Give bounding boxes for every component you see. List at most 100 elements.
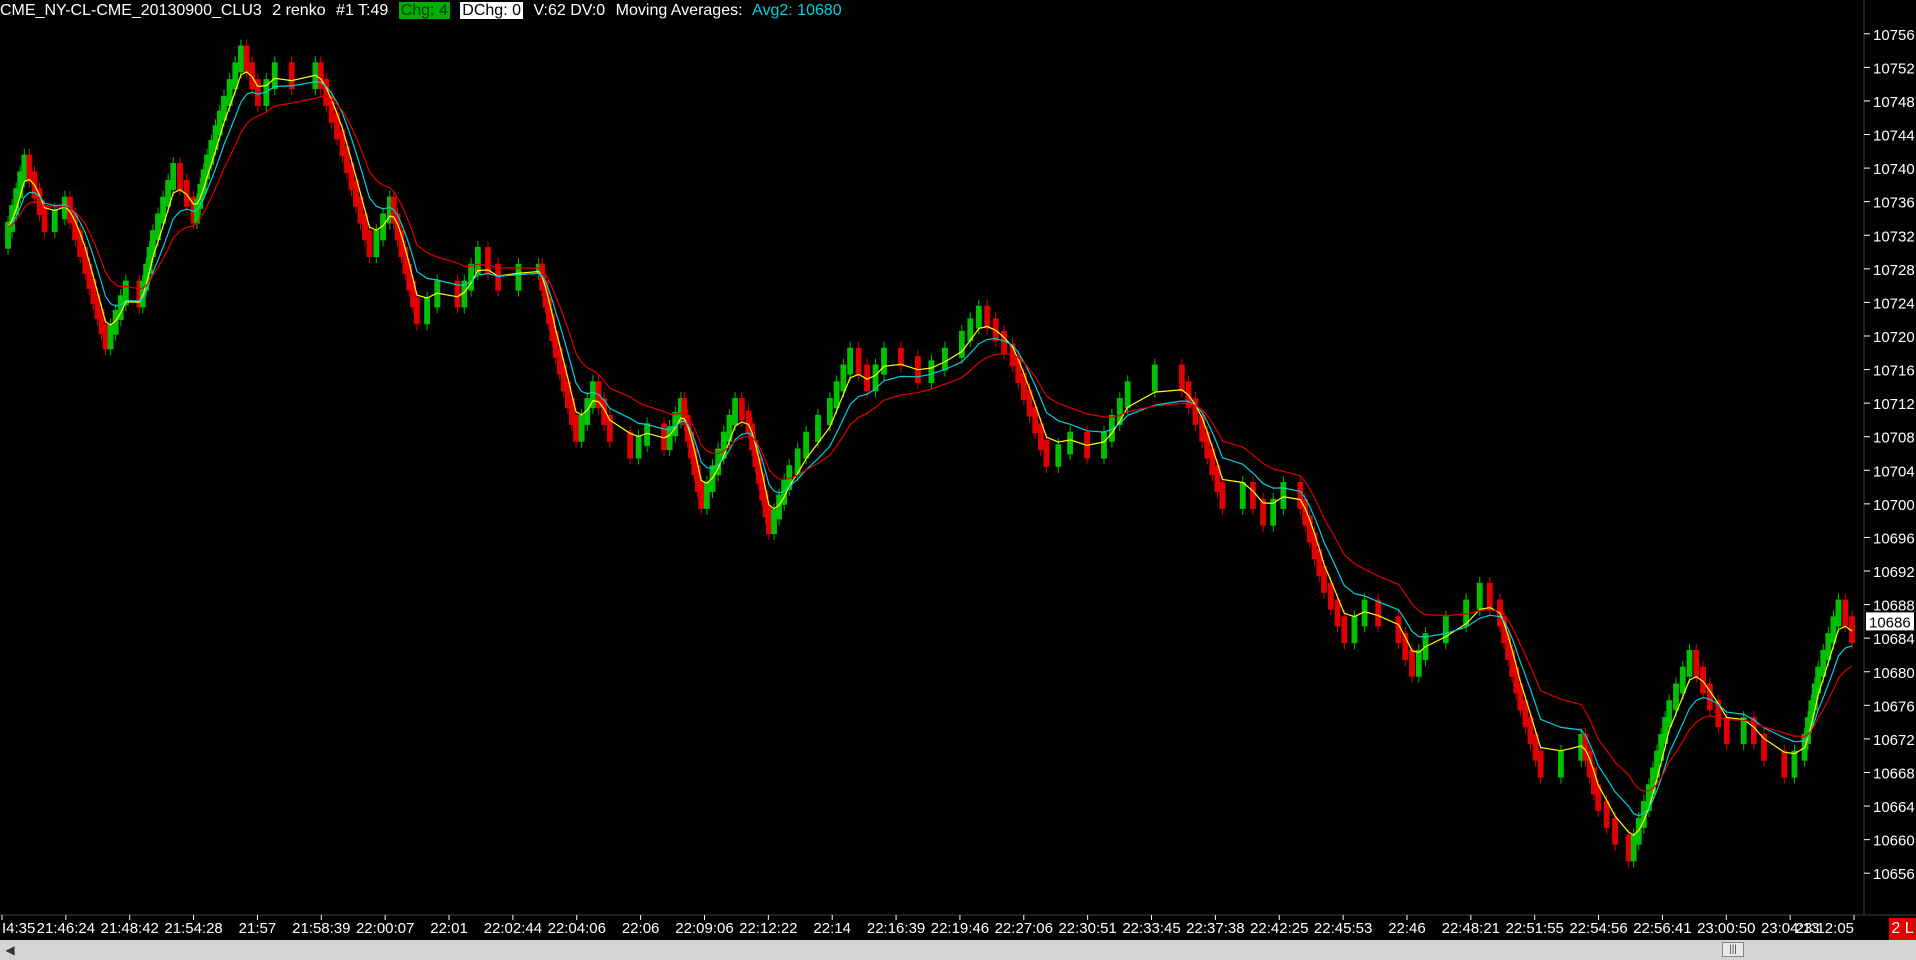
renko-brick xyxy=(21,154,28,182)
x-tick-label: 22:06 xyxy=(622,920,660,937)
renko-brick xyxy=(1055,444,1062,467)
renko-brick xyxy=(1151,364,1158,392)
renko-brick xyxy=(703,482,710,509)
renko-brick xyxy=(975,305,982,329)
renko-brick xyxy=(732,398,738,425)
renko-brick xyxy=(738,398,745,421)
renko-brick xyxy=(1686,649,1693,677)
y-tick-label: 10656 xyxy=(1873,866,1915,883)
scroll-left-icon[interactable]: ◀ xyxy=(2,942,18,958)
x-tick-label: 22:09:06 xyxy=(675,920,733,937)
y-tick-label: 10700 xyxy=(1873,497,1915,514)
renko-brick xyxy=(1375,599,1382,627)
x-tick-label: 22:30:51 xyxy=(1058,920,1116,937)
last-price-label: 10686 xyxy=(1869,614,1911,631)
renko-brick xyxy=(1067,431,1074,455)
renko-brick xyxy=(373,230,380,258)
renko-brick xyxy=(474,247,481,274)
renko-brick xyxy=(414,297,420,325)
renko-brick xyxy=(698,482,705,509)
x-tick-label: 22:12:22 xyxy=(739,920,797,937)
y-tick-label: 10736 xyxy=(1873,195,1915,212)
x-tick-label: 22:37:38 xyxy=(1186,920,1244,937)
x-tick-label: 22:51:55 xyxy=(1505,920,1563,937)
x-tick-label: 23:00:50 xyxy=(1697,920,1755,937)
renko-brick xyxy=(573,414,579,442)
renko-brick xyxy=(1020,372,1027,400)
y-tick-label: 10696 xyxy=(1873,530,1915,547)
renko-brick xyxy=(1673,683,1679,711)
renko-brick xyxy=(1723,717,1730,744)
x-tick-label: 22:04:06 xyxy=(548,920,606,937)
renko-brick xyxy=(150,230,156,258)
renko-brick xyxy=(627,431,634,459)
horizontal-scrollbar[interactable]: ◀ ||| xyxy=(0,940,1916,960)
renko-brick xyxy=(1666,700,1673,728)
x-tick-label: 22:00:07 xyxy=(356,920,414,937)
x-tick-label: 21:46:24 xyxy=(37,920,95,937)
x-tick-label: 21:58:39 xyxy=(292,920,350,937)
renko-brick xyxy=(41,205,48,232)
renko-brick xyxy=(1630,834,1637,862)
renko-brick xyxy=(847,347,854,375)
renko-brick xyxy=(1842,599,1849,627)
x-tick-label: 22:42:25 xyxy=(1250,920,1308,937)
renko-brick xyxy=(26,154,33,182)
renko-brick xyxy=(766,507,772,535)
x-tick-label: 22:27:06 xyxy=(995,920,1053,937)
scrollbar-thumb[interactable]: ||| xyxy=(1722,942,1744,957)
renko-brick xyxy=(803,431,810,459)
renko-brick xyxy=(578,414,585,442)
renko-brick xyxy=(1679,666,1686,694)
x-tick-label: 22:54:56 xyxy=(1569,920,1627,937)
x-tick-label: 22:33:45 xyxy=(1122,920,1180,937)
x-tick-label: 22:45:53 xyxy=(1314,920,1372,937)
renko-brick xyxy=(177,163,183,190)
renko-brick xyxy=(243,45,250,73)
renko-brick xyxy=(424,297,430,325)
y-tick-label: 10680 xyxy=(1873,665,1915,682)
y-tick-label: 10720 xyxy=(1873,329,1915,346)
renko-brick xyxy=(855,347,862,375)
ma-mid-line xyxy=(7,81,1853,817)
renko-brick xyxy=(1486,582,1493,610)
y-tick-label: 10756 xyxy=(1873,27,1915,44)
x-tick-label: 22:19:46 xyxy=(931,920,989,937)
x-tick-label: 23:12:05 xyxy=(1796,920,1854,937)
x-tick-label: 22:48:21 xyxy=(1442,920,1500,937)
renko-brick xyxy=(1442,616,1449,644)
renko-brick xyxy=(928,360,935,383)
renko-brick xyxy=(815,414,821,442)
renko-brick xyxy=(833,381,840,409)
price-chart[interactable]: 10756 10752 10748 10744 10740 10736 10732 10728… xyxy=(0,0,1916,940)
x-tick-label: 22:46 xyxy=(1388,920,1426,937)
renko-brick xyxy=(635,435,642,459)
renko-brick xyxy=(1612,817,1618,845)
renko-brick xyxy=(334,112,340,140)
renko-brick xyxy=(794,448,801,476)
y-tick-label: 10732 xyxy=(1873,228,1915,245)
x-tick-label: 21:57 xyxy=(239,920,277,937)
y-tick-label: 10692 xyxy=(1873,564,1915,581)
renko-brick xyxy=(170,163,177,190)
renko-brick xyxy=(1415,649,1422,677)
renko-brick xyxy=(771,509,777,535)
x-tick-label: 22:14 xyxy=(813,920,851,937)
renko-brick xyxy=(238,45,244,73)
renko-brick xyxy=(881,347,887,375)
renko-brick xyxy=(601,398,608,425)
renko-brick xyxy=(1635,817,1642,845)
y-tick-label: 10684 xyxy=(1873,631,1915,648)
x-tick-label: 22:16:39 xyxy=(867,920,925,937)
renko-brick xyxy=(1781,750,1788,778)
renko-brick xyxy=(1178,364,1185,392)
x-tick-label: 22:01 xyxy=(430,920,468,937)
renko-brick xyxy=(102,324,109,350)
renko-brick xyxy=(1476,582,1483,610)
x-tick-label: 21:48:42 xyxy=(101,920,159,937)
renko-brick xyxy=(1219,482,1226,509)
renko-brick xyxy=(726,414,733,442)
renko-brick xyxy=(1693,649,1700,677)
renko-brick xyxy=(984,305,991,329)
renko-brick xyxy=(1835,599,1842,627)
